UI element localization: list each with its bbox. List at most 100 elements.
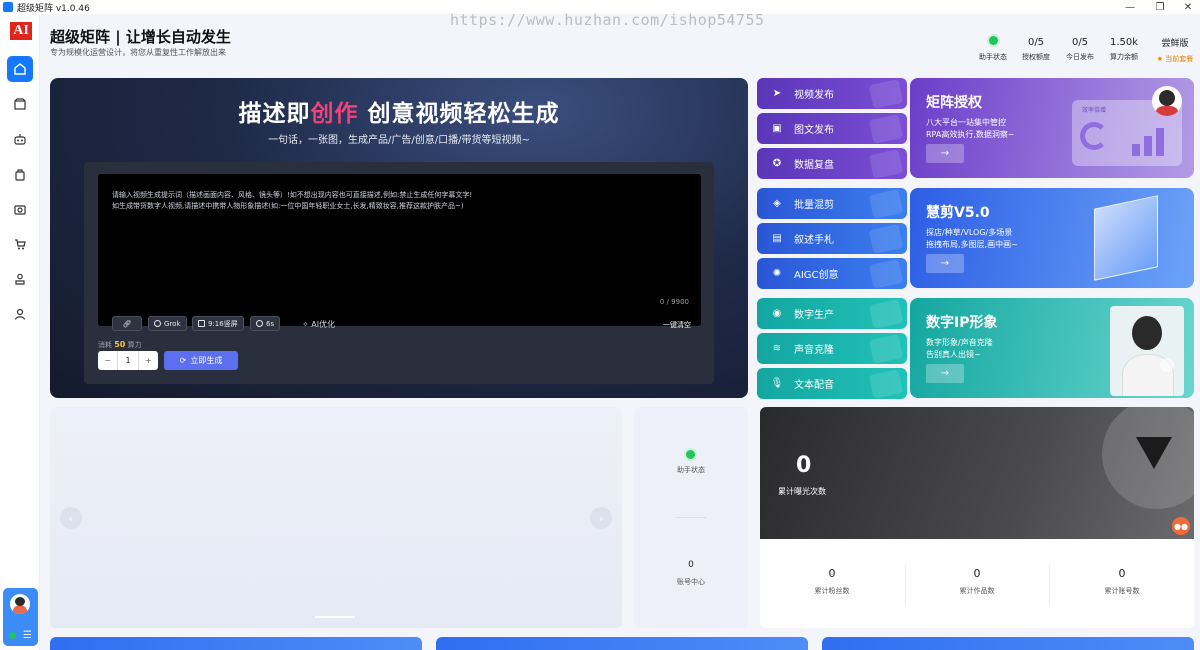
sidebar: AI ☰	[0, 14, 40, 650]
tile-narration[interactable]: ▤ 叙述手札	[757, 223, 907, 254]
carousel-prev-icon[interactable]: ‹	[60, 507, 82, 529]
account-center-link[interactable]: 账号中心	[634, 577, 748, 587]
stamp-icon	[15, 273, 25, 285]
promo-smart-edit[interactable]: 慧剪V5.0 探店/种草/VLOG/多场景 拖拽布局,多图层,画中画~ →	[910, 188, 1194, 288]
exposure-card: 0 累计曝光次数 ●● 0 累计粉丝数 0 累计作品数 0 累计账号数	[760, 407, 1194, 628]
model-icon	[154, 320, 161, 327]
prompt-box: 请输入视频生成提示词（描述画面内容、风格、镜头等）!如不想出现内容也可直接描述,…	[84, 162, 714, 384]
waveform-icon: ≋	[772, 343, 782, 354]
current-plan[interactable]: 尝鲜版 ★ 当前套餐	[1152, 36, 1198, 64]
hero-title: 描述即创作 创意视频轻松生成	[238, 101, 560, 127]
duration-select[interactable]: 6s	[250, 316, 281, 331]
user-icon	[14, 308, 26, 320]
nav-box[interactable]	[7, 91, 33, 117]
auth-quota: 0/5 授权额度	[1022, 37, 1050, 61]
ratio-icon	[198, 320, 205, 327]
home-icon	[14, 63, 26, 75]
minimize-icon[interactable]: —	[1118, 0, 1142, 14]
clock-icon	[256, 320, 263, 327]
maximize-icon[interactable]: ❐	[1148, 0, 1172, 14]
arrow-right-icon[interactable]: →	[926, 254, 964, 273]
play-logo-icon	[1136, 437, 1172, 469]
divider	[676, 517, 706, 518]
cart-icon	[15, 239, 26, 250]
promo-title: 矩阵授权	[926, 95, 982, 111]
tile-text-dub[interactable]: 🎙︎ 文本配音	[757, 368, 907, 399]
compute-balance: 1.50k 算力余额	[1109, 37, 1139, 61]
prompt-placeholder: 请输入视频生成提示词（描述画面内容、风格、镜头等）!如不想出现内容也可直接描述,…	[112, 191, 473, 210]
generate-button[interactable]: ⟳ 立即生成	[164, 351, 238, 370]
refresh-icon: ⟳	[179, 356, 187, 365]
nav-user[interactable]	[7, 301, 33, 327]
promo-digital-ip[interactable]: 数字IP形象 数字形象/声音克隆 告别真人出镜~ →	[910, 298, 1194, 398]
sparkle-icon: ✧	[302, 320, 309, 329]
tile-data-review[interactable]: ✪ 数据复盘	[757, 148, 907, 179]
online-status-dot	[9, 632, 16, 639]
model-select[interactable]: Grok	[148, 316, 187, 331]
carousel-next-icon[interactable]: ›	[590, 507, 612, 529]
promo-matrix-auth[interactable]: 效率倍增 矩阵授权 八大平台一站集中管控 RPA高效执行,数据洞察~ →	[910, 78, 1194, 178]
cost-info: 消耗 50 算力	[98, 340, 142, 349]
user-avatar-card[interactable]: ☰	[3, 588, 38, 646]
assistant-account-panel: 助手状态 0 账号中心	[634, 407, 748, 628]
bottom-card[interactable]	[822, 637, 1194, 650]
tile-image-publish[interactable]: ▣ 图文发布	[757, 113, 907, 144]
status-dot	[988, 36, 998, 45]
bottom-card[interactable]	[436, 637, 808, 650]
microphone-icon: 🎙︎	[770, 378, 784, 389]
minus-button[interactable]: −	[98, 351, 117, 370]
status-dot	[686, 450, 695, 459]
promo-desc: 八大平台一站集中管控 RPA高效执行,数据洞察~	[926, 118, 1015, 139]
image-icon: ▣	[772, 123, 782, 134]
clear-button[interactable]: 一键清空	[663, 320, 691, 330]
char-counter: 0 / 9900	[659, 298, 689, 306]
arrow-right-icon[interactable]: →	[926, 144, 964, 163]
bottom-card[interactable]	[50, 637, 422, 650]
window-title: 超级矩阵 v1.0.46	[17, 3, 90, 14]
carousel-indicator[interactable]	[315, 616, 355, 618]
nav-camera[interactable]	[7, 196, 33, 222]
app-icon	[3, 2, 13, 12]
tile-aigc[interactable]: ✺ AIGC创意	[757, 258, 907, 289]
quantity-value[interactable]: 1	[117, 351, 139, 370]
promo-title: 慧剪V5.0	[926, 205, 990, 221]
fans-stat: 0 累计粉丝数	[814, 567, 850, 595]
send-icon: ➤	[772, 88, 782, 99]
ratio-select[interactable]: 9:16竖屏	[192, 316, 244, 331]
plus-button[interactable]: +	[139, 351, 158, 370]
camera-icon	[14, 205, 26, 215]
tile-digital-production[interactable]: ◉ 数字生产	[757, 298, 907, 329]
nav-robot[interactable]	[7, 126, 33, 152]
menu-icon[interactable]: ☰	[23, 630, 32, 641]
bag-icon	[15, 169, 25, 181]
tile-video-publish[interactable]: ➤ 视频发布	[757, 78, 907, 109]
exposure-banner: 0 累计曝光次数	[760, 407, 1194, 539]
chat-icon[interactable]: ●●	[1172, 517, 1190, 535]
film-icon: ▤	[772, 233, 782, 244]
box-icon	[14, 98, 26, 110]
hero-panel: 描述即创作 创意视频轻松生成 一句话，一张图，生成产品/广告/创意/口播/带货等…	[50, 78, 748, 398]
watermark-url: https://www.huzhan.com/ishop54755	[450, 11, 765, 29]
medal-icon: ✪	[772, 158, 782, 169]
promo-desc: 探店/种草/VLOG/多场景 拖拽布局,多图层,画中画~	[926, 228, 1018, 249]
tile-voice-clone[interactable]: ≋ 声音克隆	[757, 333, 907, 364]
nav-stamp[interactable]	[7, 266, 33, 292]
attach-button[interactable]: 🔗︎	[112, 316, 142, 331]
today-publish: 0/5 今日发布	[1066, 37, 1094, 61]
digital-human-icon: ◉	[772, 308, 782, 319]
tile-batch-mix[interactable]: ◈ 批量混剪	[757, 188, 907, 219]
crown-icon: ★	[1156, 55, 1164, 63]
play-icon	[1160, 358, 1174, 372]
assistant-status: 助手状态	[971, 36, 1015, 62]
prompt-textarea[interactable]: 请输入视频生成提示词（描述画面内容、风格、镜头等）!如不想出现内容也可直接描述,…	[98, 174, 701, 331]
paperclip-icon: 🔗︎	[122, 319, 132, 328]
close-icon[interactable]: ✕	[1176, 0, 1200, 14]
ai-optimize-button[interactable]: ✧ AI优化	[302, 319, 335, 330]
arrow-right-icon[interactable]: →	[926, 364, 964, 383]
layers-icon: ◈	[773, 198, 781, 209]
nav-home[interactable]	[7, 56, 33, 82]
nav-bag[interactable]	[7, 161, 33, 187]
exposure-count: 0	[796, 453, 812, 478]
nav-cart[interactable]	[7, 231, 33, 257]
works-stat: 0 累计作品数	[959, 567, 995, 595]
